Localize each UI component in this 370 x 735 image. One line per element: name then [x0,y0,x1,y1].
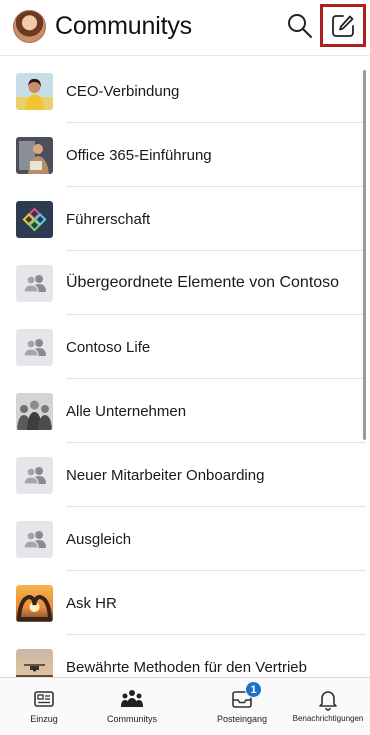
community-item-alle-unternehmen[interactable]: Alle Unternehmen [0,379,370,443]
user-avatar[interactable] [13,10,46,43]
community-label: Neuer Mitarbeiter Onboarding [66,466,265,484]
community-item-neuer-mitarbeiter[interactable]: Neuer Mitarbeiter Onboarding [0,443,370,507]
tab-label: Posteingang [216,714,268,724]
page-title: Communitys [55,12,192,40]
unread-badge: 1 [245,681,262,698]
tab-benachrichtigungen[interactable]: Benachrichtigungen [290,678,366,735]
app-header: Communitys [0,0,370,56]
community-label: Bewährte Methoden für den Vertrieb [66,658,307,676]
group-icon [16,264,53,302]
community-label: Contoso Life [66,338,151,356]
people-photo-icon [16,392,53,430]
tab-label: Einzug [30,714,58,724]
community-item-ceo-verbindung[interactable]: CEO-Verbindung [0,59,370,123]
community-label: Ask HR [66,594,117,612]
feed-icon [32,687,56,711]
community-item-uebergeordnete-elemente[interactable]: Übergeordnete Elemente von Contoso [0,251,370,315]
tab-einzug[interactable]: Einzug [14,678,74,735]
compose-button[interactable] [320,4,366,47]
community-item-contoso-life[interactable]: Contoso Life [0,315,370,379]
sunset-heart-photo-icon [16,584,53,622]
ceo-photo-icon [16,72,53,110]
community-label: Office 365-Einführung [66,146,212,164]
bell-icon [316,687,340,711]
community-item-fuehrerschaft[interactable]: Führerschaft [0,187,370,251]
community-item-bewaehrte-methoden[interactable]: Bewährte Methoden für den Vertrieb [0,635,370,677]
communities-icon [120,687,144,711]
search-icon [288,14,312,38]
group-icon [16,456,53,494]
community-label: Alle Unternehmen [66,402,187,420]
community-item-ask-hr[interactable]: Ask HR [0,571,370,635]
group-icon [16,520,53,558]
office-photo-icon [16,136,53,174]
tab-posteingang[interactable]: 1 Posteingang [210,678,274,735]
leadership-logo-icon [16,200,53,238]
drone-photo-icon [16,648,53,677]
community-label: Führerschaft [66,210,151,228]
community-item-office-365[interactable]: Office 365-Einführung [0,123,370,187]
community-label: Übergeordnete Elemente von Contoso [66,274,340,291]
tab-communitys[interactable]: Communitys [100,678,164,735]
community-list[interactable]: CEO-Verbindung Office 365-Einführung Füh… [0,57,370,677]
scrollbar[interactable] [363,70,366,440]
bottom-tab-bar: Einzug Communitys 1 Posteingang Benachri… [0,677,370,735]
inbox-icon: 1 [230,681,262,711]
tab-label: Communitys [106,714,157,724]
compose-icon [332,14,354,37]
community-label: CEO-Verbindung [66,82,180,100]
tab-label: Benachrichtigungen [292,714,364,723]
community-label: Ausgleich [66,530,132,548]
community-item-ausgleich[interactable]: Ausgleich [0,507,370,571]
search-button[interactable] [285,11,315,41]
group-icon [16,328,53,366]
